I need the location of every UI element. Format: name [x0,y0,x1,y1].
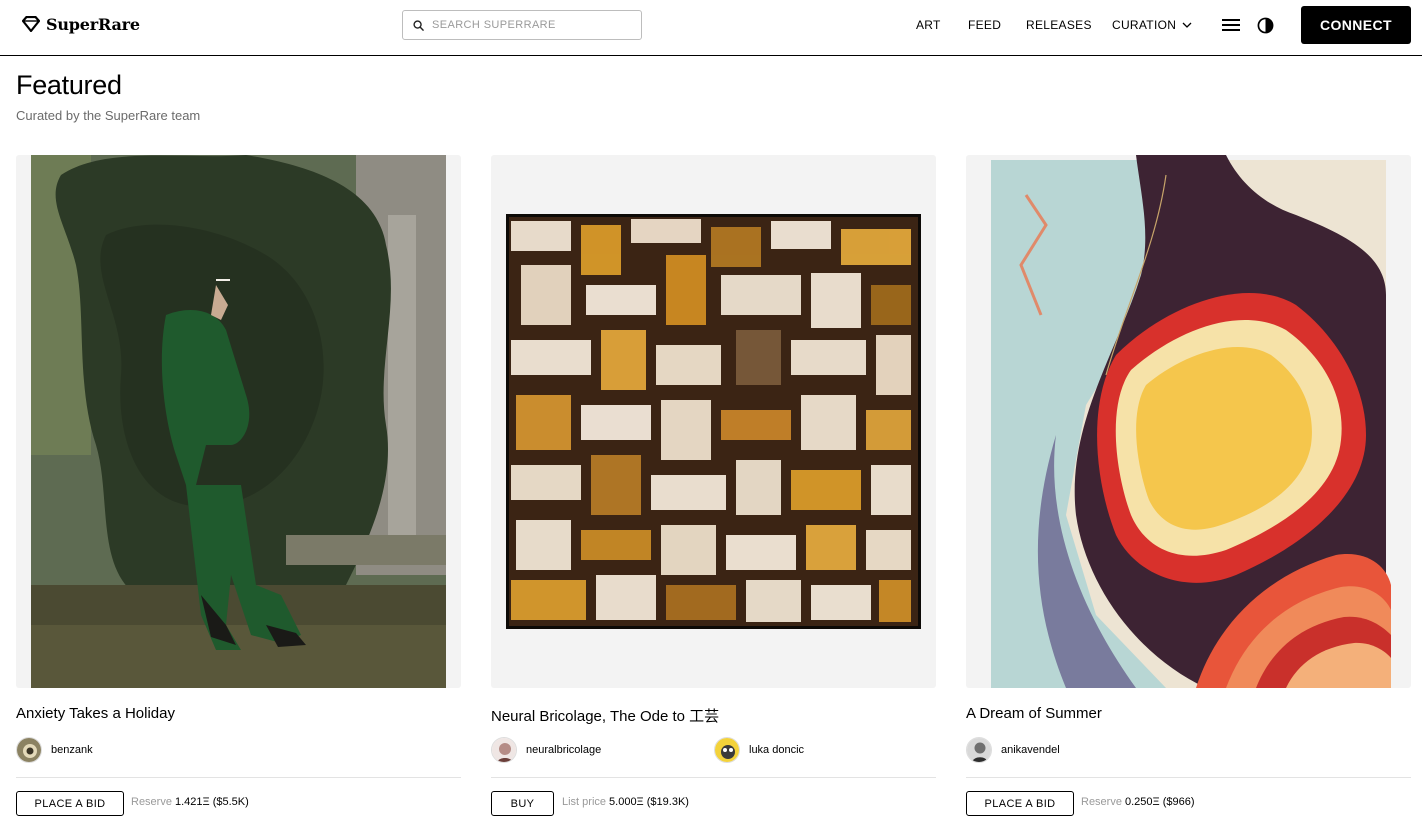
artist-name: anikavendel [1001,744,1060,756]
nav-art[interactable]: ART [916,18,941,32]
place-bid-button[interactable]: PLACE A BID [16,791,124,816]
card-divider [16,777,461,778]
artwork-image[interactable] [491,155,936,688]
price-value: 0.250Ξ ($966) [1124,796,1195,808]
artwork-image[interactable] [16,155,461,688]
artwork-title[interactable]: Anxiety Takes a Holiday [16,705,175,722]
artwork-photo-green-suit [31,155,446,688]
card-divider [491,777,936,778]
collector-link[interactable]: luka doncic [714,737,804,763]
artist-name: neuralbricolage [526,744,602,756]
superrare-logo[interactable]: SuperRare [22,14,140,34]
collector-name: luka doncic [749,744,805,756]
nav-feed[interactable]: FEED [968,18,1001,32]
nav-curation-label: CURATION [1112,18,1177,32]
search-input[interactable] [432,19,622,31]
artwork-title[interactable]: Neural Bricolage, The Ode to 工芸 [491,705,719,726]
artist-link[interactable]: benzank [16,737,93,763]
artist-avatar [966,737,992,763]
price-info: Reserve 0.250Ξ ($966) [1081,796,1195,808]
price-label: Reserve [131,796,172,808]
price-value: 1.421Ξ ($5.5K) [174,796,249,808]
artwork-card: A Dream of Summer anikavendel PLACE A BI… [966,155,1411,825]
artwork-card: Neural Bricolage, The Ode to 工芸 neuralbr… [491,155,936,825]
price-info: List price 5.000Ξ ($19.3K) [562,796,689,808]
connect-wallet-button[interactable]: CONNECT [1301,6,1411,44]
price-label: List price [562,796,607,808]
price-label: Reserve [1081,796,1122,808]
chevron-down-icon [1182,22,1192,28]
buy-button[interactable]: BUY [491,791,554,816]
hamburger-menu-icon[interactable] [1222,19,1240,32]
search-box[interactable] [402,10,642,40]
artist-link[interactable]: anikavendel [966,737,1060,763]
artwork-image[interactable] [966,155,1411,688]
collector-avatar [714,737,740,763]
artwork-fluid-marble [991,155,1391,688]
card-divider [966,777,1411,778]
artist-name: benzank [51,744,93,756]
diamond-logo-icon [22,16,40,32]
page-subtitle: Curated by the SuperRare team [16,108,201,123]
artist-link[interactable]: neuralbricolage [491,737,601,763]
logo-text: SuperRare [46,14,140,34]
theme-toggle-icon[interactable] [1257,17,1274,34]
price-value: 5.000Ξ ($19.3K) [609,796,689,808]
artist-avatar [16,737,42,763]
nav-releases[interactable]: RELEASES [1026,18,1092,32]
place-bid-button[interactable]: PLACE A BID [966,791,1074,816]
top-nav-bar: SuperRare ART FEED RELEASES CURATION CON… [0,0,1422,56]
nav-curation-dropdown[interactable]: CURATION [1112,18,1192,32]
page-title: Featured [16,70,122,100]
artwork-abstract-bricolage [506,214,921,629]
artist-avatar [491,737,517,763]
artwork-title[interactable]: A Dream of Summer [966,705,1102,722]
price-info: Reserve 1.421Ξ ($5.5K) [131,796,249,808]
search-icon [413,19,424,31]
artwork-card: Anxiety Takes a Holiday benzank PLACE A … [16,155,461,825]
